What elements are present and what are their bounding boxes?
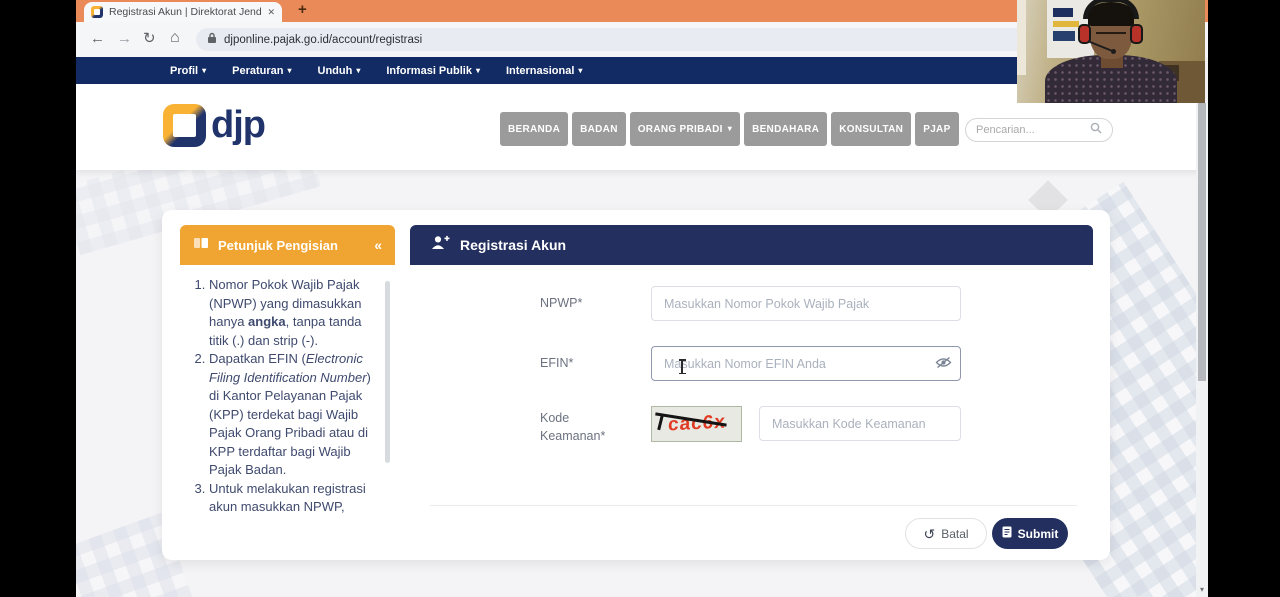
webcam-overlay [1017, 0, 1205, 103]
topnav-profil[interactable]: Profil▾ [170, 65, 206, 77]
guide-header: Petunjuk Pengisian « [180, 225, 395, 265]
guide-item-2: Dapatkan EFIN (Electronic Filing Identif… [209, 350, 375, 480]
url-text: djponline.pajak.go.id/account/registrasi [224, 34, 422, 46]
topnav-internasional[interactable]: Internasional▾ [506, 65, 582, 77]
captcha-input[interactable] [759, 406, 961, 441]
collapse-panel-icon[interactable]: « [374, 237, 382, 253]
chevron-down-icon: ▾ [288, 67, 292, 75]
forward-icon[interactable]: → [117, 30, 132, 48]
nav-orang-pribadi-button[interactable]: ORANG PRIBADI▾ [630, 112, 740, 146]
headset-band [1083, 0, 1139, 19]
page-scrollbar[interactable]: ▾ [1196, 57, 1208, 597]
guide-body: Nomor Pokok Wajib Pajak (NPWP) yang dima… [180, 265, 395, 552]
scrollbar-thumb[interactable] [1198, 103, 1206, 381]
tab-close-icon[interactable]: ✕ [267, 7, 275, 18]
undo-icon: ↺ [923, 527, 935, 541]
captcha-image: cac6x [651, 406, 742, 442]
search-box [965, 118, 1113, 142]
npwp-label: NPWP* [540, 296, 582, 310]
chevron-down-icon: ▾ [728, 125, 732, 133]
nav-konsultan-button[interactable]: KONSULTAN [831, 112, 911, 146]
nav-beranda-button[interactable]: BERANDA [500, 112, 568, 146]
registration-form: Registrasi Akun NPWP* EFIN* Kode Keamana… [410, 225, 1093, 560]
refresh-icon[interactable]: ↻ [143, 30, 156, 48]
nav-pjap-button[interactable]: PJAP [915, 112, 958, 146]
efin-label: EFIN* [540, 356, 573, 370]
chevron-down-icon: ▾ [202, 67, 206, 75]
nav-badan-button[interactable]: BADAN [572, 112, 626, 146]
registration-card: Petunjuk Pengisian « Nomor Pokok Wajib P… [162, 210, 1110, 560]
guide-title: Petunjuk Pengisian [218, 238, 374, 253]
url-bar[interactable]: djponline.pajak.go.id/account/registrasi [196, 28, 1094, 51]
tab-title: Registrasi Akun | Direktorat Jend [109, 6, 262, 18]
djp-logo-text: djp [211, 104, 265, 147]
person-glasses [1096, 27, 1126, 34]
scrollbar-down-arrow[interactable]: ▾ [1196, 585, 1208, 594]
guide-item-1: Nomor Pokok Wajib Pajak (NPWP) yang dima… [209, 276, 375, 350]
topnav-unduh[interactable]: Unduh▾ [318, 65, 361, 77]
efin-input[interactable] [651, 346, 961, 381]
text-cursor [681, 360, 683, 373]
book-icon [193, 236, 209, 254]
lock-icon [207, 31, 217, 49]
headset-mic-icon [1111, 49, 1116, 54]
headset-earcup-right [1130, 24, 1143, 44]
topnav-peraturan[interactable]: Peraturan▾ [232, 65, 291, 77]
form-body: NPWP* EFIN* Kode Keamanan* cac6x [410, 265, 1093, 560]
form-title: Registrasi Akun [460, 237, 566, 253]
search-input[interactable] [976, 124, 1090, 136]
search-icon[interactable] [1090, 121, 1102, 139]
page-background: Petunjuk Pengisian « Nomor Pokok Wajib P… [76, 170, 1208, 597]
efin-field [651, 346, 961, 381]
new-tab-button[interactable]: + [298, 1, 307, 18]
form-header: Registrasi Akun [410, 225, 1093, 265]
djp-logo-icon [163, 104, 206, 147]
djp-favicon-icon [91, 6, 103, 18]
main-nav: BERANDA BADAN ORANG PRIBADI▾ BENDAHARA K… [500, 112, 959, 146]
chevron-down-icon: ▾ [356, 67, 360, 75]
submit-button[interactable]: Submit [992, 518, 1068, 549]
captcha-label: Kode Keamanan* [540, 409, 604, 445]
guide-panel: Petunjuk Pengisian « Nomor Pokok Wajib P… [180, 225, 395, 552]
document-icon [1002, 526, 1012, 541]
chevron-down-icon: ▾ [578, 67, 582, 75]
cancel-button[interactable]: ↺ Batal [905, 518, 987, 549]
form-divider [430, 505, 1077, 506]
captcha-strike-tick [657, 415, 663, 430]
guide-scrollbar-thumb[interactable] [385, 281, 390, 463]
chevron-down-icon: ▾ [476, 67, 480, 75]
eye-slash-icon[interactable] [935, 356, 952, 374]
djp-logo[interactable]: djp [163, 104, 265, 147]
browser-tab[interactable]: Registrasi Akun | Direktorat Jend ✕ [84, 2, 282, 22]
npwp-input[interactable] [651, 286, 961, 321]
nav-bendahara-button[interactable]: BENDAHARA [744, 112, 827, 146]
guide-item-3: Untuk melakukan registrasi akun masukkan… [209, 480, 375, 517]
back-icon[interactable]: ← [90, 30, 105, 48]
add-user-icon [431, 235, 450, 255]
window-light [1017, 0, 1026, 75]
home-icon[interactable]: ⌂ [170, 29, 180, 47]
topnav-informasi-publik[interactable]: Informasi Publik▾ [386, 65, 480, 77]
